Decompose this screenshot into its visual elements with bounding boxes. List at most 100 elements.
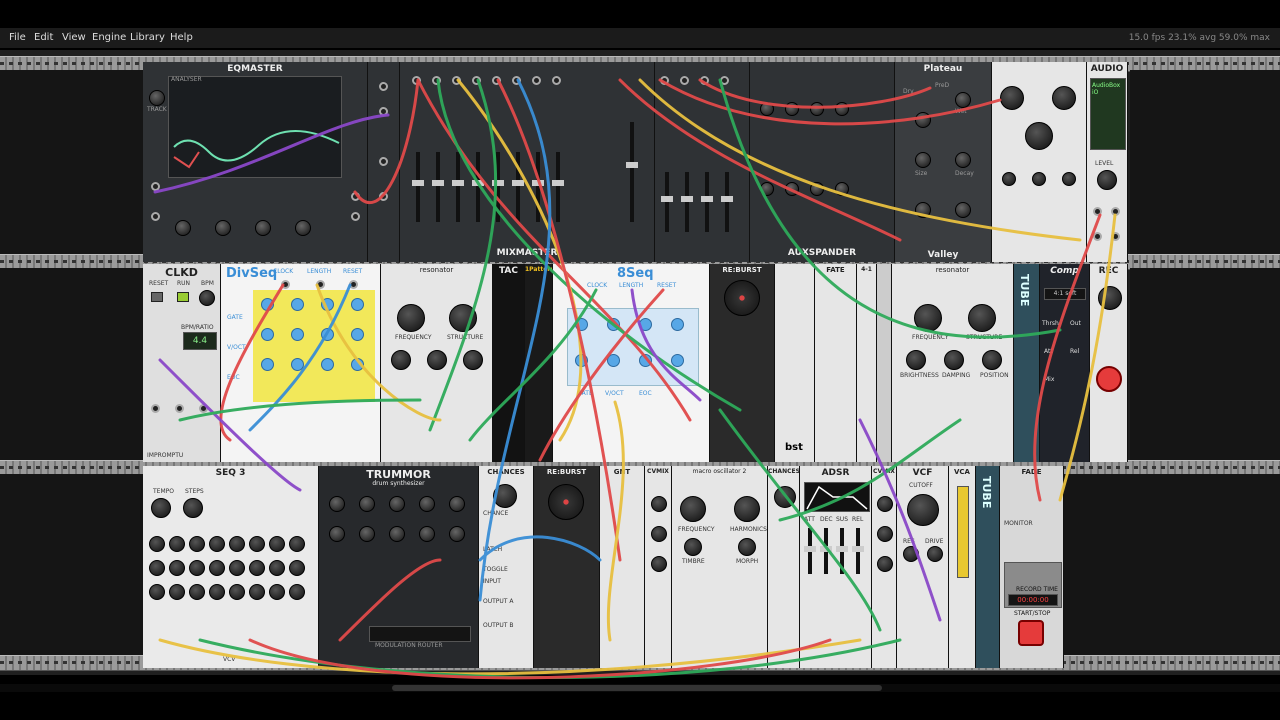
resonator-b-module[interactable]: resonator FREQUENCY STRUCTURE BRIGHTNESS…	[892, 264, 1014, 462]
step-knob[interactable]	[269, 560, 285, 576]
chances-b-module[interactable]: CHANCES	[768, 466, 800, 668]
step-knob[interactable]	[289, 560, 305, 576]
step-pad[interactable]	[261, 358, 274, 371]
position-knob[interactable]	[463, 350, 483, 370]
step-knob[interactable]	[249, 536, 265, 552]
brightness-knob[interactable]	[391, 350, 411, 370]
fade-recorder-module[interactable]: FADE MONITOR RECORD TIME 00:00:00 START/…	[1000, 466, 1064, 668]
mixmaster-module[interactable]: MIXMASTER	[400, 62, 655, 262]
cv-jack[interactable]	[379, 107, 388, 116]
step-pad[interactable]	[321, 298, 334, 311]
drum-knob[interactable]	[419, 496, 435, 512]
step-knob[interactable]	[249, 584, 265, 600]
frequency-knob[interactable]	[397, 304, 425, 332]
drum-knob[interactable]	[359, 526, 375, 542]
channel-fader[interactable]	[512, 152, 524, 222]
step-pad[interactable]	[351, 298, 364, 311]
drum-knob[interactable]	[329, 496, 345, 512]
step-pad[interactable]	[351, 328, 364, 341]
cv-jack[interactable]	[379, 192, 388, 201]
input-jack[interactable]	[532, 76, 541, 85]
step-knob[interactable]	[189, 536, 205, 552]
send-knob[interactable]	[810, 182, 824, 196]
input-jack[interactable]	[512, 76, 521, 85]
drum-knob[interactable]	[389, 526, 405, 542]
auxspander-module[interactable]: AUXSPANDER	[750, 62, 895, 262]
step-knob[interactable]	[209, 536, 225, 552]
step-pad[interactable]	[351, 358, 364, 371]
resonator-a-module[interactable]: resonator FREQUENCY STRUCTURE	[381, 264, 493, 462]
macro-oscillator-module[interactable]: macro oscillator 2 FREQUENCY HARMONICS T…	[672, 466, 768, 668]
send-knob[interactable]	[835, 102, 849, 116]
alright-devices-module[interactable]	[992, 62, 1087, 262]
structure-knob[interactable]	[449, 304, 477, 332]
record-button[interactable]	[1096, 366, 1122, 392]
step-pad[interactable]	[291, 358, 304, 371]
cutoff-knob[interactable]	[907, 494, 939, 526]
channel-fader[interactable]	[452, 152, 464, 222]
aux-module[interactable]	[655, 62, 750, 262]
drum-knob[interactable]	[449, 496, 465, 512]
aux-jack[interactable]	[660, 76, 669, 85]
input-jack[interactable]	[492, 76, 501, 85]
step-pad[interactable]	[639, 318, 652, 331]
cv-knob[interactable]	[877, 556, 893, 572]
tube-b-module[interactable]: TUBE	[976, 466, 1000, 668]
step-knob[interactable]	[249, 560, 265, 576]
step-pad[interactable]	[321, 328, 334, 341]
reverb-knob[interactable]	[915, 112, 931, 128]
step-knob[interactable]	[149, 536, 165, 552]
steps-knob[interactable]	[183, 498, 203, 518]
damping-knob[interactable]	[427, 350, 447, 370]
menu-file[interactable]: File	[9, 28, 26, 48]
comp-module[interactable]: Comp 4:1 soft Thrsh Out Att Rel Mix	[1040, 264, 1090, 462]
release-fader[interactable]	[852, 528, 864, 574]
step-pad[interactable]	[575, 354, 588, 367]
frequency-knob[interactable]	[914, 304, 942, 332]
menu-help[interactable]: Help	[170, 28, 193, 48]
drum-knob[interactable]	[419, 526, 435, 542]
scrollbar-thumb[interactable]	[392, 685, 882, 691]
step-knob[interactable]	[209, 584, 225, 600]
step-pad[interactable]	[291, 328, 304, 341]
output-jack[interactable]	[351, 192, 360, 201]
fade-cv-module[interactable]	[368, 62, 400, 262]
audio-module[interactable]: AUDIO AudioBox iO LEVEL	[1087, 62, 1128, 262]
reverb-knob[interactable]	[915, 202, 931, 218]
cvmix-a-module[interactable]: CVMIX	[645, 466, 672, 668]
cv-knob[interactable]	[651, 556, 667, 572]
step-knob[interactable]	[269, 584, 285, 600]
step-knob[interactable]	[149, 560, 165, 576]
aux-jack[interactable]	[680, 76, 689, 85]
step-knob[interactable]	[289, 584, 305, 600]
res-knob[interactable]	[903, 546, 919, 562]
big-knob[interactable]	[1025, 122, 1053, 150]
channel-fader[interactable]	[552, 152, 564, 222]
menu-view[interactable]: View	[62, 28, 86, 48]
cv-knob[interactable]	[651, 496, 667, 512]
tube-a-module[interactable]: TUBE	[1014, 264, 1040, 462]
step-knob[interactable]	[229, 536, 245, 552]
adsr-module[interactable]: ADSR ATT DEC SUS REL	[800, 466, 872, 668]
bst-module[interactable]: bst	[775, 264, 815, 462]
frequency-knob[interactable]	[680, 496, 706, 522]
horizontal-scrollbar[interactable]	[0, 684, 1280, 692]
cv-knob[interactable]	[877, 526, 893, 542]
step-knob[interactable]	[149, 584, 165, 600]
reset-input-jack[interactable]	[349, 280, 358, 289]
clkd-module[interactable]: CLKD RESET RUN BPM 4.4 BPM/RATIO IMPROMP…	[143, 264, 221, 462]
step-knob[interactable]	[209, 560, 225, 576]
drive-knob[interactable]	[927, 546, 943, 562]
ratio-display[interactable]: 4:1 soft	[1044, 288, 1086, 300]
input-jack[interactable]	[151, 182, 160, 191]
cv-knob[interactable]	[877, 496, 893, 512]
aux-jack[interactable]	[700, 76, 709, 85]
drum-knob[interactable]	[359, 496, 375, 512]
step-knob[interactable]	[169, 536, 185, 552]
master-fader[interactable]	[626, 122, 638, 222]
length-input-jack[interactable]	[316, 280, 325, 289]
step-pad[interactable]	[321, 358, 334, 371]
burst-knob[interactable]	[548, 484, 584, 520]
step-pad[interactable]	[639, 354, 652, 367]
small-knob[interactable]	[1062, 172, 1076, 186]
